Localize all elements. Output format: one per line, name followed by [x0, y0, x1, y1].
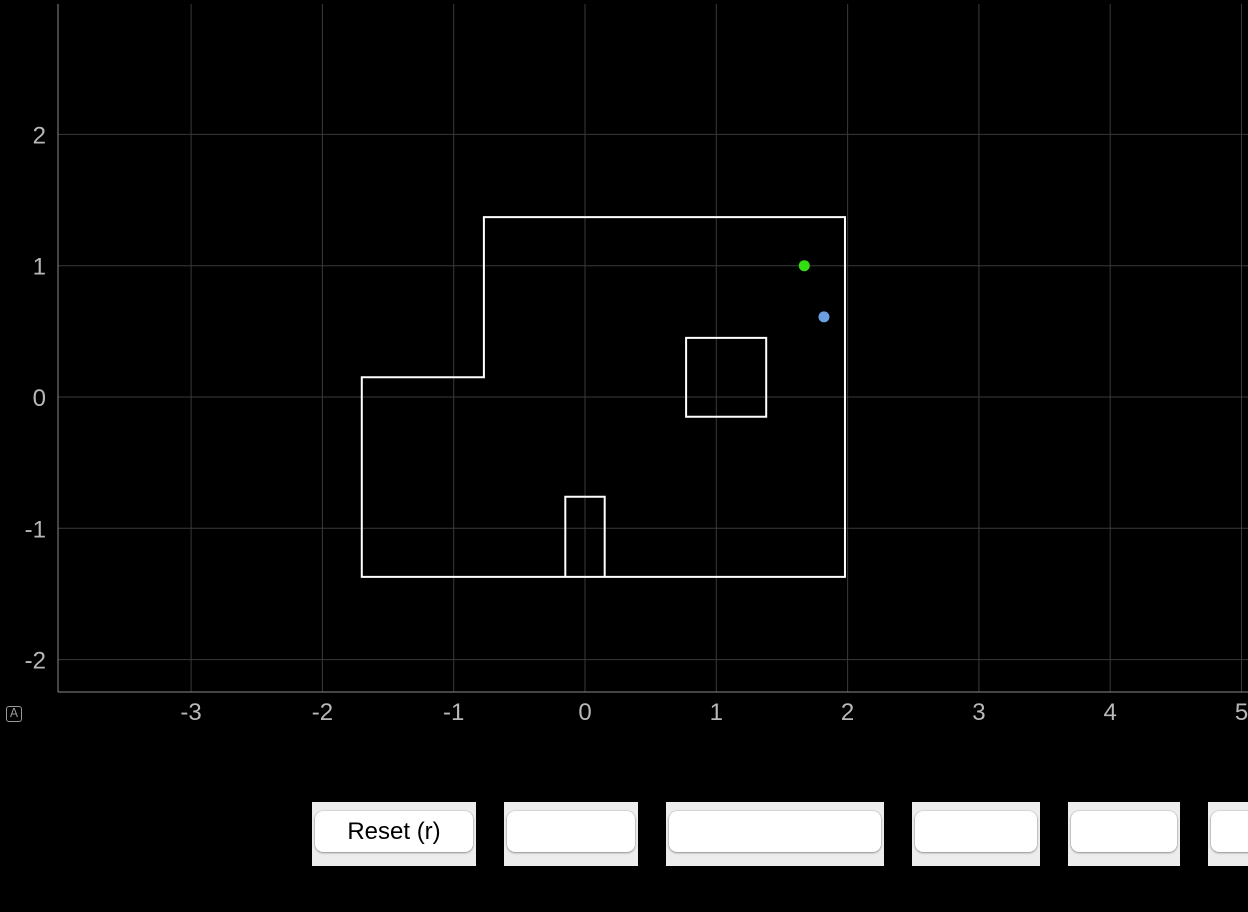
y-tick-label: -2: [25, 648, 46, 675]
button-4-slot: [912, 802, 1040, 866]
x-tick-label: 1: [710, 699, 723, 726]
x-tick-label: -3: [180, 699, 201, 726]
y-tick-label: -1: [25, 516, 46, 543]
x-tick-label: 0: [578, 699, 591, 726]
plot-area[interactable]: -3 -2 -1 0 1 2 3 4 5 -2 -1 0 1 2 A: [0, 0, 1248, 760]
reset-button[interactable]: Reset (r): [315, 811, 473, 852]
button-2[interactable]: [507, 811, 635, 852]
plot-canvas[interactable]: -3 -2 -1 0 1 2 3 4 5 -2 -1 0 1 2: [0, 0, 1248, 760]
button-6[interactable]: [1211, 811, 1248, 852]
button-4[interactable]: [915, 811, 1037, 852]
reset-button-slot: Reset (r): [312, 802, 476, 866]
obstacle-square: [685, 336, 768, 418]
y-tick-label: 2: [33, 122, 46, 149]
markers: [798, 260, 830, 323]
button-3-slot: [666, 802, 884, 866]
y-tick-label: 0: [33, 385, 46, 412]
button-2-slot: [504, 802, 638, 866]
grid-lines: [58, 4, 1248, 692]
x-tick-label: -2: [312, 699, 333, 726]
button-6-slot: [1208, 802, 1248, 866]
button-5-slot: [1068, 802, 1180, 866]
agent-marker: [818, 311, 830, 323]
tick-labels: -3 -2 -1 0 1 2 3 4 5 -2 -1 0 1 2: [25, 122, 1248, 726]
x-tick-label: -1: [443, 699, 464, 726]
x-tick-label: 5: [1235, 699, 1248, 726]
y-tick-label: 1: [33, 254, 46, 281]
button-3[interactable]: [669, 811, 881, 852]
axes: [57, 4, 1248, 693]
x-tick-label: 4: [1104, 699, 1117, 726]
goal-marker: [798, 260, 810, 272]
x-tick-label: 3: [972, 699, 985, 726]
autoscale-icon[interactable]: A: [6, 706, 22, 722]
x-tick-label: 2: [841, 699, 854, 726]
button-5[interactable]: [1071, 811, 1177, 852]
